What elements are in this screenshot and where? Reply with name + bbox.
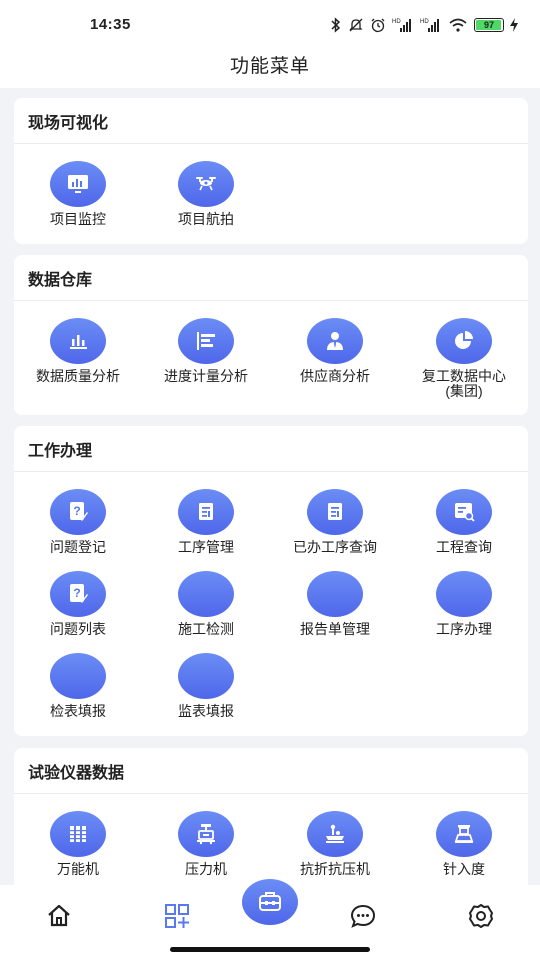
svg-text:?: ?	[73, 504, 80, 518]
blank-icon	[50, 653, 106, 699]
home-icon	[48, 904, 70, 927]
bluetooth-icon	[330, 17, 342, 33]
menu-item-label: 工序管理	[178, 539, 234, 555]
battery-level: 97	[483, 20, 494, 30]
menu-item-project-query[interactable]: 工程查询	[400, 489, 528, 555]
menu-content[interactable]: 现场可视化 项目监控 项目航拍 数据仓库 数据质量分析 进度计量分析 供应商分析…	[0, 88, 540, 885]
menu-item-label: 问题登记	[50, 539, 106, 555]
menu-item-universal-machine[interactable]: 万能机	[14, 811, 142, 877]
tab-settings[interactable]	[461, 901, 501, 931]
menu-item-label: 供应商分析	[300, 368, 370, 384]
menu-item-label: 监表填报	[178, 703, 234, 719]
menu-item-flexural-compression-machine[interactable]: 抗折抗压机	[271, 811, 399, 877]
blank-icon	[436, 571, 492, 617]
signal-hd-icon: HD	[392, 17, 414, 33]
charging-icon	[510, 18, 518, 32]
menu-item-construction-testing[interactable]: 施工检测	[142, 571, 270, 637]
section-test-instrument-data: 试验仪器数据 万能机 压力机 抗折抗压机 针入度	[14, 748, 528, 885]
section-title: 现场可视化	[14, 98, 528, 144]
section-data-warehouse: 数据仓库 数据质量分析 进度计量分析 供应商分析 复工数据中心 (集团)	[14, 255, 528, 415]
section-work-handling: 工作办理 ? 问题登记 工序管理 已办工序查询 工程查询 ? 问题列表 施工检测…	[14, 426, 528, 736]
menu-item-label: 针入度	[443, 861, 485, 877]
menu-item-completed-process-query[interactable]: 已办工序查询	[271, 489, 399, 555]
menu-item-label: 工序办理	[436, 621, 492, 637]
apps-grid-icon	[165, 904, 189, 928]
menu-item-issue-registration[interactable]: ? 问题登记	[14, 489, 142, 555]
bar-chart-icon	[50, 318, 106, 364]
toolbox-icon	[259, 892, 281, 911]
section-title: 工作办理	[14, 426, 528, 472]
signal-hd-icon: HD	[420, 17, 442, 33]
tab-toolbox[interactable]	[242, 879, 298, 925]
blank-icon	[178, 653, 234, 699]
menu-item-supplier-analysis[interactable]: 供应商分析	[271, 318, 399, 384]
menu-item-issue-list[interactable]: ? 问题列表	[14, 571, 142, 637]
press-icon	[178, 811, 234, 857]
menu-item-label: 项目航拍	[178, 211, 234, 227]
menu-item-label: 项目监控	[50, 211, 106, 227]
menu-item-label: 压力机	[185, 861, 227, 877]
section-title: 试验仪器数据	[14, 748, 528, 794]
section-site-visualization: 现场可视化 项目监控 项目航拍	[14, 98, 528, 244]
document-icon	[307, 489, 363, 535]
menu-item-project-monitoring[interactable]: 项目监控	[14, 161, 142, 227]
question-doc-icon: ?	[50, 489, 106, 535]
menu-item-penetration[interactable]: 针入度	[400, 811, 528, 877]
header: 功能菜单	[0, 40, 540, 88]
menu-item-supervision-form-fill[interactable]: 监表填报	[142, 653, 270, 719]
menu-item-label: 数据质量分析	[36, 368, 120, 384]
settings-icon	[469, 904, 493, 928]
flexural-machine-icon	[307, 811, 363, 857]
battery-icon: 97	[474, 18, 504, 32]
tab-home[interactable]	[39, 901, 79, 931]
home-indicator[interactable]	[170, 947, 370, 952]
chat-icon	[350, 904, 376, 928]
document-icon	[178, 489, 234, 535]
menu-item-label: 已办工序查询	[293, 539, 377, 555]
user-tie-icon	[307, 318, 363, 364]
mute-icon	[348, 17, 364, 33]
svg-text:?: ?	[73, 586, 80, 600]
menu-item-label: 检表填报	[50, 703, 106, 719]
universal-machine-icon	[50, 811, 106, 857]
search-doc-icon	[436, 489, 492, 535]
menu-item-label: 工程查询	[436, 539, 492, 555]
menu-item-sublabel: (集团)	[445, 383, 483, 399]
alarm-icon	[370, 17, 386, 33]
menu-item-process-management[interactable]: 工序管理	[142, 489, 270, 555]
wifi-icon	[448, 17, 468, 33]
menu-item-label: 施工检测	[178, 621, 234, 637]
menu-item-data-quality-analysis[interactable]: 数据质量分析	[14, 318, 142, 384]
blank-icon	[178, 571, 234, 617]
drone-icon	[178, 161, 234, 207]
penetrometer-icon	[436, 811, 492, 857]
menu-item-label: 问题列表	[50, 621, 106, 637]
menu-item-label: 万能机	[57, 861, 99, 877]
gantt-icon	[178, 318, 234, 364]
page-title: 功能菜单	[229, 55, 310, 77]
menu-item-press-machine[interactable]: 压力机	[142, 811, 270, 877]
menu-item-label: 报告单管理	[300, 621, 370, 637]
question-doc-icon: ?	[50, 571, 106, 617]
tab-apps[interactable]	[157, 901, 197, 931]
menu-item-process-handling[interactable]: 工序办理	[400, 571, 528, 637]
status-time: 14:35	[90, 16, 131, 33]
svg-text:HD: HD	[420, 19, 429, 25]
menu-item-label: 进度计量分析	[164, 368, 248, 384]
menu-item-resumption-data-center[interactable]: 复工数据中心 (集团)	[400, 318, 528, 399]
blank-icon	[307, 571, 363, 617]
menu-item-progress-analysis[interactable]: 进度计量分析	[142, 318, 270, 384]
menu-item-aerial-photo[interactable]: 项目航拍	[142, 161, 270, 227]
svg-text:HD: HD	[392, 19, 401, 25]
status-icons: HD HD 97	[330, 14, 518, 36]
tab-messages[interactable]	[343, 901, 383, 931]
section-title: 数据仓库	[14, 255, 528, 301]
monitor-chart-icon	[50, 161, 106, 207]
menu-item-label: 复工数据中心	[422, 368, 506, 384]
menu-item-label: 抗折抗压机	[300, 861, 370, 877]
menu-item-report-management[interactable]: 报告单管理	[271, 571, 399, 637]
pie-chart-icon	[436, 318, 492, 364]
menu-item-inspection-form-fill[interactable]: 检表填报	[14, 653, 142, 719]
